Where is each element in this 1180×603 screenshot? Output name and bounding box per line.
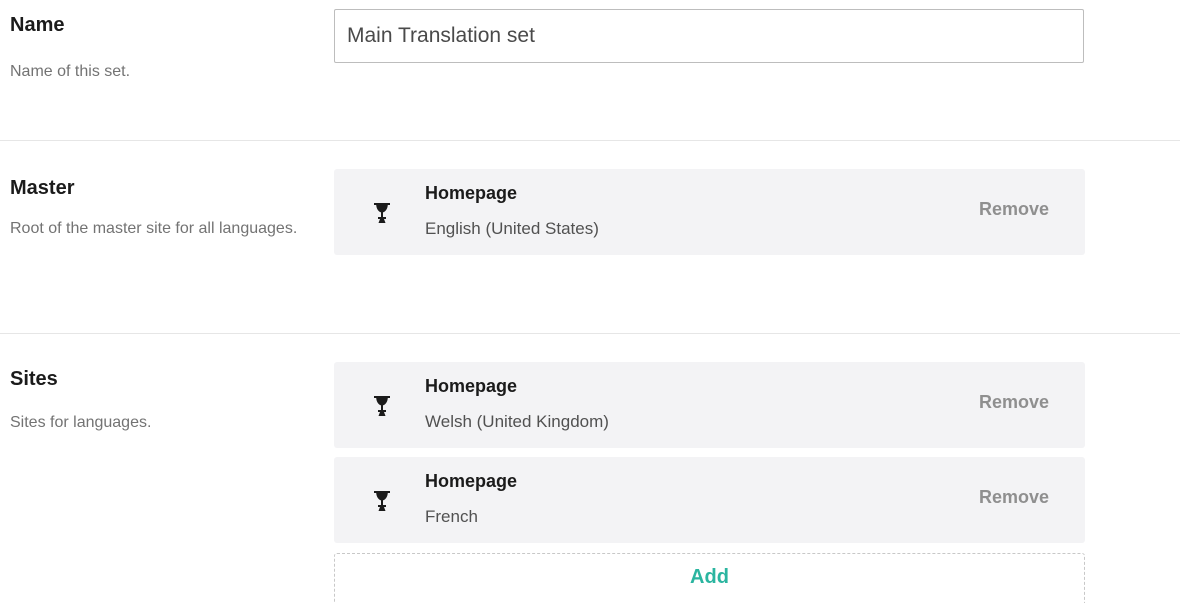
name-description: Name of this set. — [10, 63, 131, 80]
site-node-welsh: Homepage Welsh (United Kingdom) Remove — [334, 362, 1085, 448]
section-divider — [0, 333, 1180, 334]
add-site-button[interactable]: Add — [334, 553, 1085, 603]
trophy-icon — [374, 396, 390, 416]
name-input[interactable] — [334, 9, 1084, 63]
remove-site-button[interactable]: Remove — [979, 487, 1049, 508]
remove-site-button[interactable]: Remove — [979, 392, 1049, 413]
node-language: Welsh (United Kingdom) — [425, 412, 609, 431]
sites-label: Sites — [10, 368, 58, 390]
trophy-icon — [374, 203, 390, 223]
remove-master-button[interactable]: Remove — [979, 199, 1049, 220]
add-label: Add — [690, 566, 729, 588]
node-language: English (United States) — [425, 219, 599, 238]
node-language: French — [425, 507, 478, 526]
trophy-icon — [374, 491, 390, 511]
master-label: Master — [10, 177, 75, 199]
node-title: Homepage — [425, 376, 518, 396]
node-title: Homepage — [425, 471, 518, 491]
section-divider — [0, 140, 1180, 141]
translation-set-form: Name Name of this set. Master Root of th… — [0, 0, 1180, 603]
sites-description: Sites for languages. — [10, 414, 152, 431]
name-label: Name — [10, 14, 65, 36]
master-node: Homepage English (United States) Remove — [334, 169, 1085, 255]
node-title: Homepage — [425, 183, 518, 203]
master-description: Root of the master site for all language… — [10, 220, 298, 237]
site-node-french: Homepage French Remove — [334, 457, 1085, 543]
